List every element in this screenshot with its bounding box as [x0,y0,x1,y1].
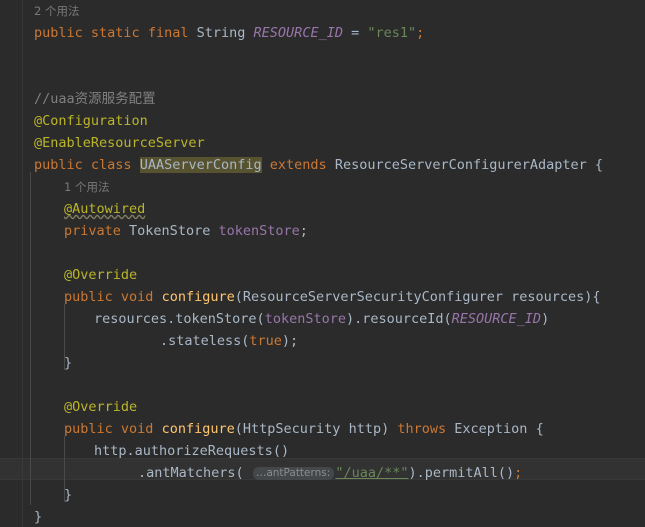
token-semicolon: ; [416,25,425,41]
token-semicolon: ; [299,223,308,239]
token-call-authorizerequests: .authorizeRequests() [126,443,290,459]
token-literal-true: true [249,333,282,349]
token-call-antmatchers: .antMatchers( [138,465,244,481]
token-keyword-void: void [120,289,154,305]
token-arg-resource-id: RESOURCE_ID [451,311,542,327]
token-close-brace: } [34,509,43,525]
token-keyword-public: public [34,157,83,173]
token-keyword-final: final [147,25,189,41]
code-line-15: @Override [0,264,137,286]
token-type-tokenstore: TokenStore [129,223,211,239]
token-call-permitall: ).permitAll() [408,465,515,481]
token-superclass-resourceserverconfigureradapter: ResourceServerConfigurerAdapter [334,157,587,173]
token-annotation-override: @Override [64,399,138,415]
token-close-brace: } [64,355,73,371]
token-method-configure: configure [161,421,235,437]
code-line-2: public static final String RESOURCE_ID =… [0,22,424,44]
code-line-24: http.authorizeRequests() [0,440,289,462]
usages-hint-token-store[interactable]: 1 个用法 [64,180,109,194]
code-lines: 2 个用法 public static final String RESOURC… [0,0,645,527]
token-class-name-uaaserverconfig[interactable]: UAAServerConfig [139,157,262,173]
token-call-stateless: .stateless( [160,333,250,349]
token-operator-equals: = [351,25,360,41]
token-keyword-class: class [90,157,132,173]
usages-hint-resource-id[interactable]: 2 个用法 [34,4,79,18]
token-keyword-void: void [120,421,154,437]
token-type-string: String [196,25,246,41]
token-annotation-override: @Override [64,267,138,283]
token-keyword-public: public [34,25,83,41]
code-editor[interactable]: 2 个用法 public static final String RESOURC… [0,0,645,527]
token-var-resources: resources [94,311,168,327]
code-line-12: private TokenStore tokenStore; [0,220,308,242]
token-close-paren: ) [381,421,390,437]
token-open-brace: { [535,421,544,437]
token-keyword-public: public [64,289,113,305]
token-keyword-extends: extends [269,157,327,173]
token-keyword-throws: throws [397,421,447,437]
token-string-uaa-pattern[interactable]: "/uaa/**" [335,465,408,481]
code-line-9: public class UAAServerConfig extends Res… [0,154,603,176]
code-line-22: @Override [0,396,137,418]
token-keyword-public: public [64,421,113,437]
token-call-resourceid: ).resourceId( [345,311,452,327]
token-method-configure: configure [161,289,235,305]
token-annotation-configuration: @Configuration [34,113,148,129]
code-line-26: } [0,484,72,506]
token-close-brace: } [64,487,73,503]
token-type-resourceserversecurityconfigurer: ResourceServerSecurityConfigurer [242,289,503,305]
token-annotation-enable-resource-server: @EnableResourceServer [34,135,205,151]
token-type-httpsecurity: HttpSecurity [242,421,341,437]
token-close-paren-semi: ); [281,333,299,349]
token-open-paren: ( [234,289,243,305]
token-keyword-static: static [90,25,140,41]
token-field-resource-id: RESOURCE_ID [253,25,343,41]
code-line-19: } [0,352,72,374]
token-arg-tokenstore: tokenStore [264,311,346,327]
token-var-http: http [94,443,127,459]
code-line-23: public void configure(HttpSecurity http)… [0,418,544,440]
code-line-10: 1 个用法 [0,176,109,198]
code-line-17: resources.tokenStore(tokenStore).resourc… [0,308,549,330]
code-line-11: @Autowired [0,198,145,220]
token-semicolon: ; [514,465,523,481]
inlay-hint-antpatterns[interactable]: …antPatterns: [252,467,335,480]
token-keyword-private: private [64,223,121,239]
token-param-resources: resources [511,289,585,305]
code-line-8: @EnableResourceServer [0,132,205,154]
code-line-25: .antMatchers( …antPatterns: "/uaa/**").pe… [0,462,522,484]
token-string-res1: "res1" [367,25,417,41]
token-open-brace: { [594,157,604,173]
token-type-exception: Exception [454,421,528,437]
token-param-http: http [348,421,382,437]
code-line-6: //uaa资源服务配置 [0,88,156,110]
token-annotation-autowired: @Autowired [64,201,146,217]
code-line-18: .stateless(true); [0,330,298,352]
token-field-tokenstore: tokenStore [218,223,300,239]
token-comment-uaa: //uaa资源服务配置 [34,91,156,107]
code-line-16: public void configure(ResourceServerSecu… [0,286,601,308]
code-line-1: 2 个用法 [0,0,79,22]
token-call-tokenstore: .tokenStore( [167,311,265,327]
token-close-paren-brace: ){ [584,289,601,305]
token-open-paren: ( [234,421,243,437]
code-line-27: } [0,506,42,527]
code-line-7: @Configuration [0,110,148,132]
token-close-paren: ) [541,311,550,327]
